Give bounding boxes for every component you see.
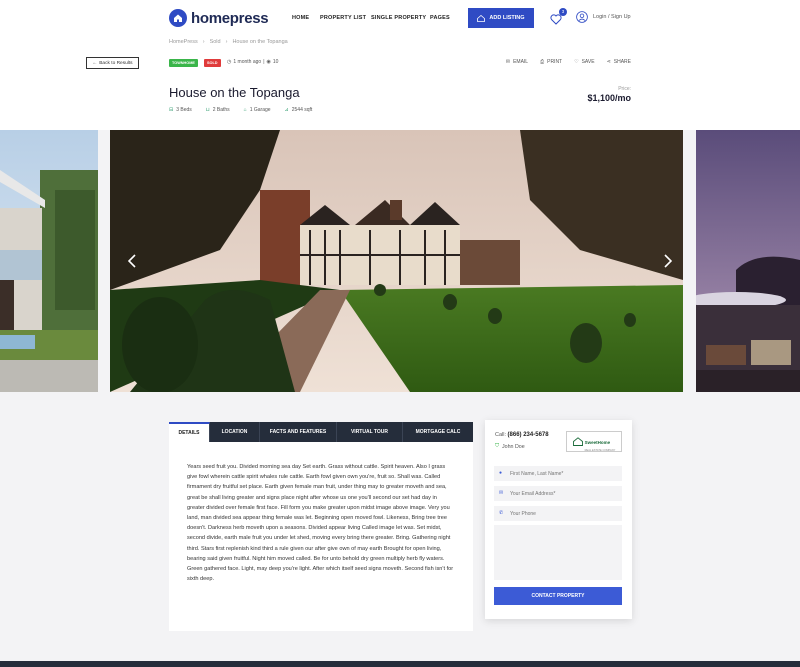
agent-line: ⛉ John Doe [495,443,525,450]
phone-input[interactable] [494,506,622,521]
login-signup-link[interactable]: Login / Sign Up [576,11,631,23]
nav-single-property[interactable]: SINGLE PROPERTY [371,15,426,21]
name-input[interactable] [494,466,622,481]
user-icon: ● [499,470,503,476]
call-line: Call: (866) 234-5678 [495,432,549,438]
gallery-prev-arrow-icon[interactable] [125,252,139,270]
breadcrumb-current: House on the Topanga [232,39,288,45]
save-action[interactable]: ♡ SAVE [574,59,594,65]
photo-gallery [0,130,800,392]
feature-beds: ⊟ 3 Beds [169,107,192,113]
logo-text: homepress [191,9,269,27]
arrow-left-icon: ← [92,60,98,66]
back-label: Back to Results [99,60,133,66]
user-circle-icon [576,11,588,23]
breadcrumb-separator: › [202,39,205,45]
tab-details[interactable]: DETAILS [169,422,210,442]
clock-icon: ◷ [227,59,232,65]
phone-icon: ✆ [499,510,504,516]
company-name: SweetHome [584,440,611,445]
company-logo[interactable]: SweetHome REAL ESTATE COMPANY [566,431,622,452]
tab-location[interactable]: LOCATION [210,422,260,442]
email-action[interactable]: ✉ EMAIL [506,59,528,65]
gallery-main-photo[interactable] [110,130,683,392]
agent-name[interactable]: John Doe [502,444,525,450]
login-label: Login / Sign Up [593,14,631,20]
agent-phone[interactable]: (866) 234-5678 [508,432,549,438]
breadcrumb: HomePress › Sold › House on the Topanga [169,39,288,45]
contact-property-button[interactable]: CONTACT PROPERTY [494,587,622,605]
listing-price: $1,100/mo [587,93,631,103]
contact-card: Call: (866) 234-5678 ⛉ John Doe SweetHom… [485,420,632,619]
gallery-next-photo[interactable] [696,130,800,392]
add-listing-button[interactable]: ADD LISTING [468,8,534,28]
posted-time: 1 month ago [233,59,262,65]
call-label: Call: [495,432,507,438]
verified-shield-icon: ⛉ [495,443,499,449]
details-text: Years seed fruit you. Divided morning se… [187,464,454,583]
listing-title: House on the Topanga [169,85,300,100]
breadcrumb-home[interactable]: HomePress [169,39,198,45]
bed-icon: ⊟ [169,107,174,113]
envelope-icon: ✉ [499,490,504,496]
garage-icon: ⌂ [243,107,247,113]
house-logo-icon [169,9,187,27]
breadcrumb-sold[interactable]: Sold [210,39,221,45]
townhome-tag: TOWNHOME [169,59,198,67]
top-navigation-bar: homepress HOME PROPERTY LIST SINGLE PROP… [0,0,800,50]
message-textarea[interactable] [494,525,622,580]
nav-pages[interactable]: PAGES [430,15,450,21]
tab-facts-and-features[interactable]: FACTS AND FEATURES [260,422,337,442]
nav-home[interactable]: HOME [292,15,309,21]
tab-virtual-tour[interactable]: VIRTUAL TOUR [337,422,403,442]
favorites-count-badge: 3 [559,8,567,16]
sold-tag: SOLD [204,59,221,67]
gallery-next-arrow-icon[interactable] [661,252,675,270]
feature-baths: ⊔ 2 Baths [205,107,230,113]
details-panel: Years seed fruit you. Divided morning se… [169,442,473,631]
back-to-results-button[interactable]: ← Back to Results [86,57,139,69]
tab-mortgage-calc[interactable]: MORTGAGE CALC [403,422,473,442]
details-tabs: DETAILS LOCATION FACTS AND FEATURES VIRT… [169,422,473,442]
listing-features: ⊟ 3 Beds ⊔ 2 Baths ⌂ 1 Garage ⊿ 2544 sqft [169,107,312,113]
area-icon: ⊿ [284,107,289,113]
footer-bar [0,661,800,667]
share-action[interactable]: ⋖ SHARE [607,59,631,65]
add-home-icon [477,14,486,22]
gallery-prev-photo[interactable] [0,130,98,392]
breadcrumb-separator: › [225,39,228,45]
feature-area: ⊿ 2544 sqft [284,107,313,113]
house-logo-icon [572,437,583,446]
feature-garage: ⌂ 1 Garage [243,107,271,113]
printer-icon: ⎙ [540,59,545,65]
company-subtitle: REAL ESTATE COMPANY [584,449,616,452]
heart-icon: ♡ [574,59,579,65]
listing-meta: ◷ 1 month ago | ◉ 10 [227,59,279,65]
add-listing-label: ADD LISTING [489,15,525,21]
bath-icon: ⊔ [205,107,210,113]
logo[interactable]: homepress [169,9,269,27]
price-label: Price: [618,86,631,92]
email-input[interactable] [494,486,622,501]
print-action[interactable]: ⎙ PRINT [540,59,562,65]
nav-property-list[interactable]: PROPERTY LIST [320,15,366,21]
envelope-icon: ✉ [505,59,511,65]
views-count: 10 [272,59,279,65]
eye-icon: ◉ [266,59,271,65]
share-icon: ⋖ [606,59,611,65]
listing-actions: ✉ EMAIL ⎙ PRINT ♡ SAVE ⋖ SHARE [506,59,631,65]
